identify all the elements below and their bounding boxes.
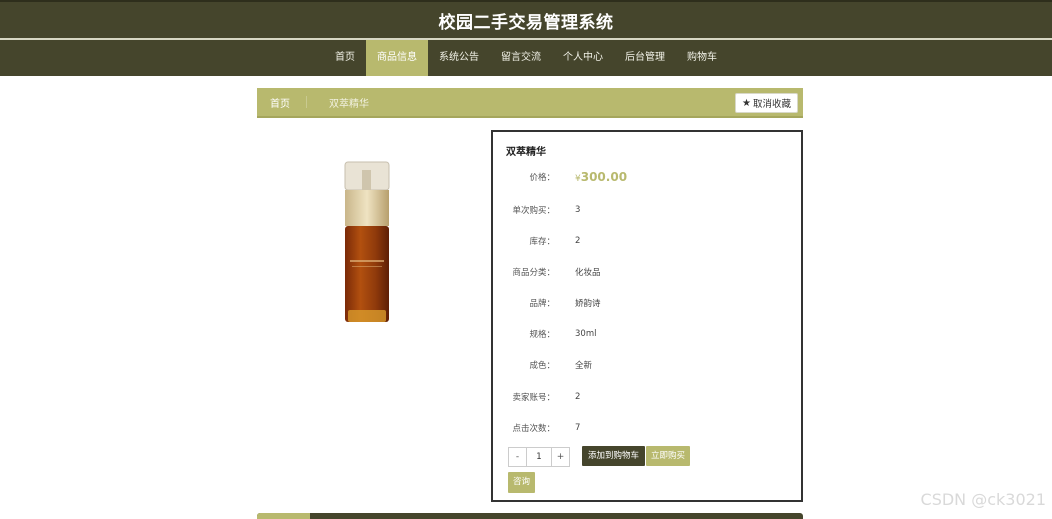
site-title: 校园二手交易管理系统	[438, 12, 614, 33]
product-info-panel: 双萃精华 价格： ¥300.00 单次购买： 3 库存： 2 商品分类： 化妆品…	[491, 130, 803, 502]
field-label: 库存：	[529, 237, 555, 247]
field-row: 卖家账号： 2	[493, 390, 801, 404]
field-label: 卖家账号：	[512, 393, 555, 403]
field-value: 2	[575, 236, 581, 246]
quantity-input[interactable]: 1	[526, 448, 552, 466]
field-row: 品牌： 娇韵诗	[493, 296, 801, 310]
field-value: 娇韵诗	[575, 299, 601, 309]
field-value: 30ml	[575, 329, 597, 339]
breadcrumb-separator	[306, 96, 307, 108]
quantity-decrease-button[interactable]: -	[509, 448, 526, 466]
main-nav: 首页 商品信息 系统公告 留言交流 个人中心 后台管理 购物车	[0, 40, 1052, 76]
product-name: 双萃精华	[506, 147, 546, 158]
field-row: 商品分类： 化妆品	[493, 265, 801, 279]
page: 校园二手交易管理系统 首页 商品信息 系统公告 留言交流 个人中心 后台管理 购…	[0, 0, 1052, 519]
nav-item-messages[interactable]: 留言交流	[490, 40, 552, 76]
nav-item-announcements[interactable]: 系统公告	[428, 40, 490, 76]
quantity-increase-button[interactable]: +	[552, 448, 569, 466]
detail-tab-strip	[257, 513, 803, 519]
price-label: 价格：	[529, 173, 555, 183]
field-value: 7	[575, 423, 581, 433]
breadcrumb-current: 双萃精华	[329, 98, 369, 110]
nav-item-admin[interactable]: 后台管理	[614, 40, 676, 76]
field-value: 全新	[575, 361, 593, 371]
unfavorite-label: 取消收藏	[752, 99, 791, 110]
watermark: CSDN @ck3021	[920, 490, 1046, 509]
field-row: 规格： 30ml	[493, 327, 801, 341]
field-row: 单次购买： 3	[493, 203, 801, 217]
field-label: 单次购买：	[512, 206, 555, 216]
field-label: 成色：	[529, 361, 555, 371]
quantity-stepper: - 1 +	[508, 447, 570, 467]
breadcrumb-home-link[interactable]: 首页	[270, 95, 290, 110]
field-row: 点击次数： 7	[493, 421, 801, 435]
breadcrumb: 首页 双萃精华 ★ 取消收藏	[257, 88, 803, 118]
field-value: 3	[575, 205, 581, 215]
nav-item-products[interactable]: 商品信息	[366, 40, 428, 76]
field-value: 化妆品	[575, 268, 601, 278]
buy-now-button[interactable]: 立即购买	[646, 446, 691, 466]
nav-item-home[interactable]: 首页	[324, 40, 366, 76]
nav-item-cart[interactable]: 购物车	[676, 40, 728, 76]
field-row: 库存： 2	[493, 234, 801, 248]
add-to-cart-button[interactable]: 添加到购物车	[582, 446, 646, 466]
field-label: 点击次数：	[512, 424, 555, 434]
product-image	[344, 161, 390, 322]
field-row: 成色： 全新	[493, 358, 801, 372]
star-icon: ★	[742, 97, 751, 109]
field-value: 2	[575, 392, 581, 402]
price-amount: 300.00	[580, 170, 628, 184]
field-label: 品牌：	[529, 299, 555, 309]
unfavorite-button[interactable]: ★ 取消收藏	[735, 93, 798, 113]
site-header: 校园二手交易管理系统	[0, 0, 1052, 38]
nav-item-profile[interactable]: 个人中心	[552, 40, 614, 76]
field-label: 规格：	[529, 330, 555, 340]
detail-tab-active[interactable]	[257, 513, 310, 519]
price-row: 价格： ¥300.00	[493, 170, 801, 184]
field-label: 商品分类：	[512, 268, 555, 278]
inquiry-button[interactable]: 咨询	[508, 472, 536, 493]
price-value: ¥300.00	[575, 170, 627, 184]
